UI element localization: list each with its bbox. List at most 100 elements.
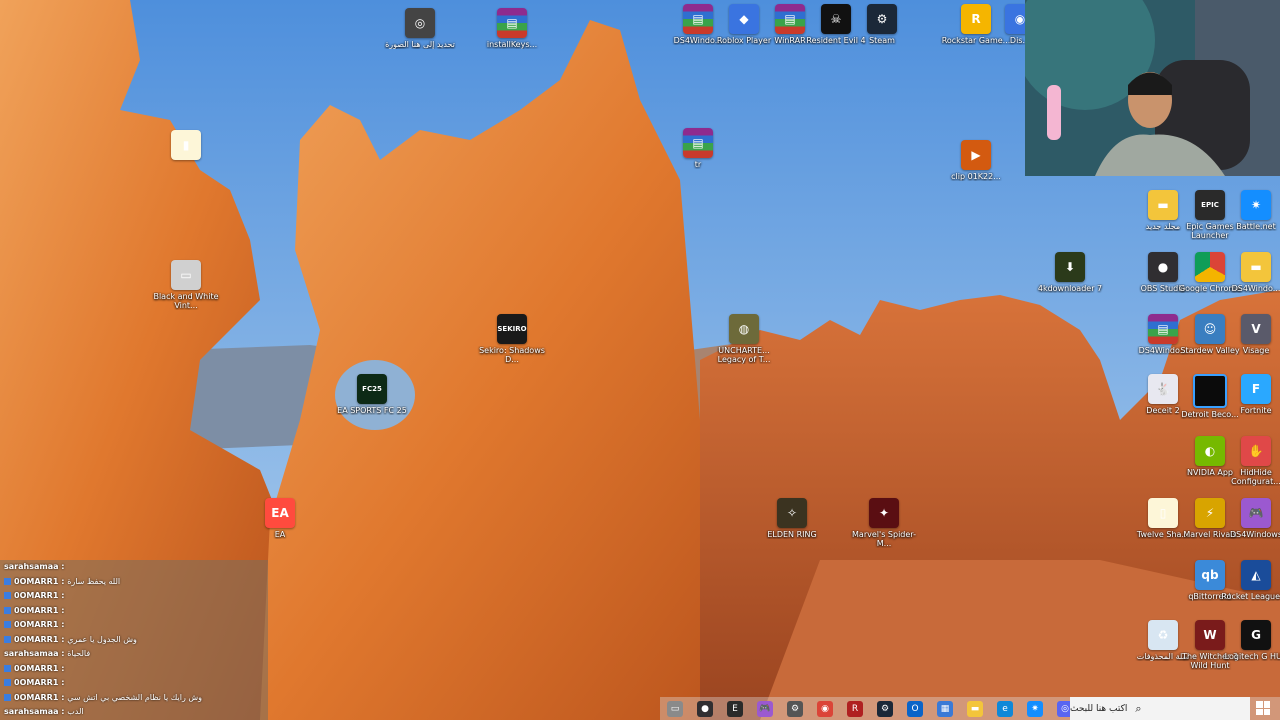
badge-icon bbox=[4, 606, 11, 614]
chat-message: 0OMARR1 : bbox=[0, 676, 268, 691]
chat-username: 0OMARR1 : bbox=[14, 620, 65, 629]
epic-taskbar-icon[interactable]: E bbox=[727, 700, 743, 717]
settings-taskbar-icon[interactable]: ⚙ bbox=[787, 700, 803, 717]
desktop-icon[interactable]: EA EA bbox=[244, 498, 316, 539]
task-view-icon[interactable]: ▭ bbox=[667, 700, 683, 717]
desktop-icon[interactable]: ◍ UNCHARTE... Legacy of T... bbox=[708, 314, 780, 364]
desktop-icon[interactable]: SEKIRO Sekiro: Shadows D... bbox=[476, 314, 548, 364]
app-icon: ◭ bbox=[1241, 560, 1271, 590]
ds4-taskbar-icon[interactable]: 🎮 bbox=[757, 700, 773, 717]
desktop-icon-label: DS4Windo... bbox=[1231, 284, 1280, 293]
chat-message: 0OMARR1 : bbox=[0, 618, 268, 633]
desktop-icon-label: Black and White Vint... bbox=[153, 292, 219, 310]
desktop-icon[interactable]: ✋ HidHide Configurat... bbox=[1220, 436, 1280, 486]
app-icon: V bbox=[1241, 314, 1271, 344]
desktop-icon-label: Steam bbox=[869, 36, 895, 45]
desktop-icon-label: DS4Windows bbox=[1229, 530, 1280, 539]
desktop-icon[interactable]: V Visage bbox=[1220, 314, 1280, 355]
obs-taskbar-icon[interactable]: ● bbox=[697, 700, 713, 717]
search-icon: ⌕ bbox=[1135, 701, 1142, 715]
chat-text: وش الجدول يا عمري bbox=[67, 634, 137, 644]
chat-username: sarahsamaa : bbox=[4, 707, 68, 716]
desktop-icon[interactable]: G Logitech G HUB bbox=[1220, 620, 1280, 661]
taskbar-search-box[interactable]: ⌕ اكتب هنا للبحث bbox=[1070, 697, 1250, 720]
desktop-icon[interactable]: ✷ Battle.net bbox=[1220, 190, 1280, 231]
search-placeholder: اكتب هنا للبحث bbox=[1070, 703, 1128, 714]
desktop-icon-label: Battle.net bbox=[1236, 222, 1276, 231]
explorer-taskbar-icon[interactable]: ▬ bbox=[967, 700, 983, 717]
desktop-icon[interactable]: ◭ Rocket League ® bbox=[1220, 560, 1280, 601]
desktop-icon-label: Marvel's Spider-M... bbox=[852, 530, 916, 548]
app-icon: G bbox=[1241, 620, 1271, 650]
chat-message: 0OMARR1 : الله يحفظ سارة bbox=[0, 575, 268, 590]
desktop-icon[interactable]: ✦ Marvel's Spider-M... bbox=[848, 498, 920, 548]
rockstar-taskbar-icon[interactable]: R bbox=[847, 700, 863, 717]
desktop-icon-label: Fortnite bbox=[1240, 406, 1272, 415]
chat-username: 0OMARR1 : bbox=[14, 692, 68, 702]
desktop-icon[interactable]: ▮ bbox=[150, 130, 222, 162]
app-icon: ▭ bbox=[171, 260, 201, 290]
desktop-icon[interactable]: ▤ installKeys... bbox=[476, 8, 548, 49]
store-taskbar-icon[interactable]: ▦ bbox=[937, 700, 953, 717]
desktop-icon-label: 4kdownloader 7 bbox=[1037, 284, 1103, 293]
app-icon: ⚙ bbox=[867, 4, 897, 34]
webcam-overlay bbox=[1025, 0, 1280, 176]
stream-chat-panel: sarahsamaa : 0OMARR1 : الله يحفظ سارة 0OM… bbox=[0, 560, 268, 720]
badge-icon bbox=[4, 664, 11, 672]
chat-message: 0OMARR1 : وش الجدول يا عمري bbox=[0, 633, 268, 648]
desktop-icon[interactable]: ✧ ELDEN RING bbox=[756, 498, 828, 539]
desktop-icon-label: ELDEN RING bbox=[767, 530, 817, 539]
chat-username: 0OMARR1 : bbox=[14, 576, 68, 586]
desktop-icon-label: EA SPORTS FC 25 bbox=[337, 406, 407, 415]
app-icon: ◍ bbox=[729, 314, 759, 344]
chat-username: 0OMARR1 : bbox=[14, 591, 65, 600]
edge-taskbar-icon[interactable]: e bbox=[997, 700, 1013, 717]
chat-username: 0OMARR1 : bbox=[14, 605, 65, 615]
app-icon: ▮ bbox=[171, 130, 201, 160]
desktop-icon[interactable]: ▤ tr bbox=[662, 128, 734, 169]
chat-username: 0OMARR1 : bbox=[14, 663, 65, 673]
desktop-icon-label: installKeys... bbox=[486, 40, 538, 49]
chrome-taskbar-icon[interactable]: ◉ bbox=[817, 700, 833, 717]
badge-icon bbox=[4, 592, 11, 599]
desktop-icon[interactable]: ◎ تحديد إلى هنا الصورة bbox=[384, 8, 456, 49]
app-icon: 🎮 bbox=[1241, 498, 1271, 528]
desktop-icon[interactable]: 🎮 DS4Windows bbox=[1220, 498, 1280, 539]
app-icon: ▤ bbox=[683, 128, 713, 158]
chat-username: sarahsamaa : bbox=[4, 649, 68, 658]
app-icon: ✋ bbox=[1241, 436, 1271, 466]
desktop-icon-label: Logitech G HUB bbox=[1224, 652, 1280, 661]
desktop-icon-label: تحديد إلى هنا الصورة bbox=[385, 40, 455, 49]
desktop-icon-label: clip 01K22... bbox=[951, 172, 1001, 181]
app-icon: ▶ bbox=[961, 140, 991, 170]
desktop-icon[interactable]: ▶ clip 01K22... bbox=[940, 140, 1012, 181]
app-icon: FC25 bbox=[357, 374, 387, 404]
app-icon: ✧ bbox=[777, 498, 807, 528]
webcam-feed bbox=[1025, 0, 1280, 176]
badge-icon bbox=[4, 577, 11, 585]
chat-message: 0OMARR1 : bbox=[0, 604, 268, 619]
desktop-icon-label: Visage bbox=[1242, 346, 1270, 355]
desktop-icon[interactable]: ▭ Black and White Vint... bbox=[150, 260, 222, 310]
desktop-icon-label: HidHide Configurat... bbox=[1231, 468, 1280, 486]
desktop-icon[interactable]: F Fortnite bbox=[1220, 374, 1280, 415]
desktop-icon[interactable]: ⬇ 4kdownloader 7 bbox=[1034, 252, 1106, 293]
chat-username: sarahsamaa : bbox=[4, 562, 65, 571]
chat-text: وش رايك يا نظام الشخصي بي اتش سي bbox=[67, 692, 202, 702]
desktop-icon[interactable]: ⚙ Steam bbox=[846, 4, 918, 45]
steam-taskbar-icon[interactable]: ⚙ bbox=[877, 700, 893, 717]
badge-icon bbox=[4, 679, 11, 686]
chat-message: sarahsamaa : bbox=[0, 560, 268, 575]
desktop-icon[interactable]: FC25 EA SPORTS FC 25 bbox=[336, 374, 408, 415]
app-icon: ⬇ bbox=[1055, 252, 1085, 282]
windows-start-button[interactable] bbox=[1256, 701, 1270, 715]
chat-message: 0OMARR1 : bbox=[0, 589, 268, 604]
desktop-icon-label: UNCHARTE... Legacy of T... bbox=[717, 346, 771, 364]
outlook-taskbar-icon[interactable]: O bbox=[907, 700, 923, 717]
chat-username: 0OMARR1 : bbox=[14, 678, 65, 687]
app-icon: ▬ bbox=[1241, 252, 1271, 282]
desktop-icon[interactable]: ▬ DS4Windo... bbox=[1220, 252, 1280, 293]
bnet-taskbar-icon[interactable]: ✷ bbox=[1027, 700, 1043, 717]
chat-text: فالحياة bbox=[67, 649, 91, 658]
app-icon: F bbox=[1241, 374, 1271, 404]
